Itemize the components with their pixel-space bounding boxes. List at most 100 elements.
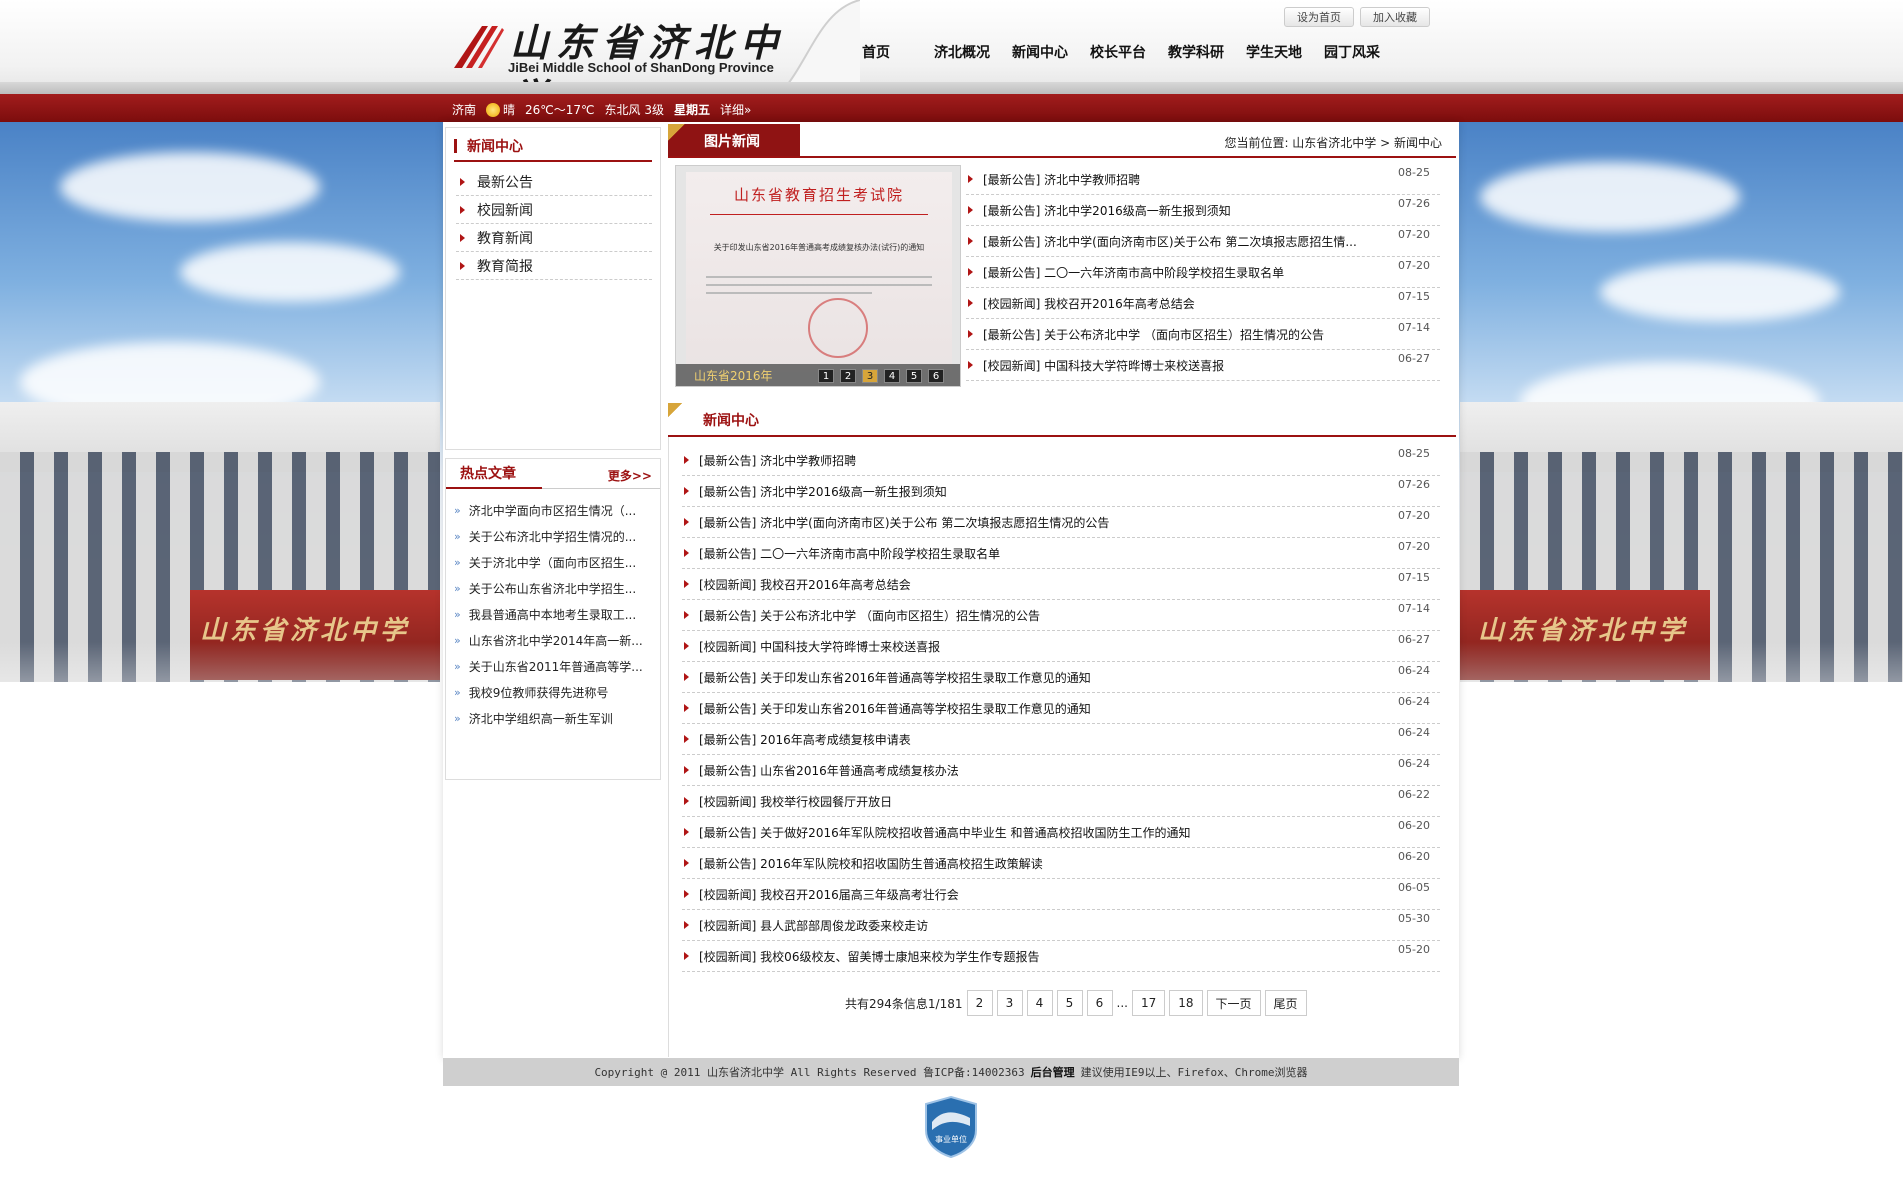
arrow-right-icon	[684, 921, 689, 929]
arrow-right-icon	[684, 890, 689, 898]
sidebar-item-education[interactable]: 教育新闻	[456, 224, 652, 252]
nav-item-news[interactable]: 新闻中心	[1012, 42, 1068, 62]
arrow-right-icon	[684, 642, 689, 650]
last-page-button[interactable]: 尾页	[1264, 990, 1307, 1016]
site-footer: Copyright @ 2011 山东省济北中学 All Rights Rese…	[443, 1058, 1459, 1086]
page-link[interactable]: 18	[1169, 990, 1203, 1016]
list-item[interactable]: [最新公告] 山东省2016年普通高考成绩复核办法 06-24	[682, 755, 1440, 786]
list-item[interactable]: [最新公告] 关于印发山东省2016年普通高等学校招生录取工作意见的通知 06-2…	[682, 693, 1440, 724]
sidebar-item-latest[interactable]: 最新公告	[456, 168, 652, 196]
set-homepage-link[interactable]: 设为首页	[1284, 7, 1354, 27]
news-title: [最新公告] 关于公布济北中学 （面向市区招生）招生情况的公告	[983, 327, 1324, 342]
list-item[interactable]: » 山东省济北中学2014年高一新...	[454, 627, 654, 653]
list-item[interactable]: » 济北中学组织高一新生军训	[454, 705, 654, 731]
header-curve-decoration	[780, 0, 860, 94]
list-item[interactable]: [最新公告] 关于印发山东省2016年普通高等学校招生录取工作意见的通知 06-2…	[682, 662, 1440, 693]
arrow-right-icon	[684, 735, 689, 743]
news-date: 07-14	[1398, 602, 1430, 615]
sidebar-item-brief[interactable]: 教育简报	[456, 252, 652, 280]
list-item[interactable]: [最新公告] 二〇一六年济南市高中阶段学校招生录取名单 07-20	[966, 257, 1440, 288]
news-title: [校园新闻] 我校06级校友、留美博士康旭来校为学生作专题报告	[699, 949, 1040, 964]
nav-item-overview[interactable]: 济北概况	[934, 42, 990, 62]
weather-widget: 济南 晴 26℃～17℃ 东北风 3级 星期五 详细»	[452, 101, 751, 118]
sidebar-list: 最新公告 校园新闻 教育新闻 教育简报	[456, 168, 652, 280]
hot-more-link[interactable]: 更多>>	[608, 467, 652, 484]
gate-text-left: 山东省济北中学	[200, 616, 411, 646]
list-item[interactable]: [最新公告] 济北中学(面向济南市区)关于公布 第二次填报志愿招生情... 07-…	[966, 226, 1440, 257]
list-item[interactable]: [最新公告] 二〇一六年济南市高中阶段学校招生录取名单 07-20	[682, 538, 1440, 569]
news-title: [校园新闻] 中国科技大学符晔博士来校送喜报	[699, 639, 941, 654]
list-item[interactable]: » 关于公布山东省济北中学招生...	[454, 575, 654, 601]
divider	[454, 160, 652, 162]
news-date: 06-24	[1398, 695, 1430, 708]
page-link[interactable]: 17	[1131, 990, 1166, 1016]
nav-item-teachers[interactable]: 园丁风采	[1324, 42, 1380, 62]
list-item[interactable]: [最新公告] 济北中学教师招聘 08-25	[966, 164, 1440, 195]
arrow-right-icon	[968, 299, 973, 307]
list-item[interactable]: [最新公告] 济北中学(面向济南市区)关于公布 第二次填报志愿招生情况的公告 07…	[682, 507, 1440, 538]
page-link[interactable]: 4	[1026, 990, 1053, 1016]
list-item[interactable]: [最新公告] 2016年军队院校和招收国防生普通高校招生政策解读 06-20	[682, 848, 1440, 879]
nav-item-home[interactable]: 首页	[862, 42, 890, 62]
list-item[interactable]: [校园新闻] 我校召开2016年高考总结会 07-15	[966, 288, 1440, 319]
list-item[interactable]: [校园新闻] 中国科技大学符晔博士来校送喜报 06-27	[966, 350, 1440, 381]
site-logo[interactable]: 山东省济北中学 JiBei Middle School of ShanDong …	[452, 8, 792, 120]
arrow-right-icon	[684, 580, 689, 588]
slide-dot[interactable]: 6	[928, 369, 944, 383]
page-link[interactable]: 2	[966, 990, 993, 1016]
copyright-text: Copyright @ 2011 山东省济北中学 All Rights Rese…	[594, 1066, 1025, 1079]
page-link[interactable]: 3	[996, 990, 1023, 1016]
public-institution-badge-icon[interactable]: 事业单位	[924, 1096, 978, 1158]
news-date: 07-14	[1398, 321, 1430, 334]
list-item[interactable]: [校园新闻] 中国科技大学符晔博士来校送喜报 06-27	[682, 631, 1440, 662]
double-arrow-icon: »	[454, 659, 461, 673]
page-link[interactable]: 5	[1056, 990, 1083, 1016]
nav-item-principal[interactable]: 校长平台	[1090, 42, 1146, 62]
list-item[interactable]: [最新公告] 济北中学2016级高一新生报到须知 07-26	[966, 195, 1440, 226]
next-page-button[interactable]: 下一页	[1206, 990, 1261, 1016]
nav-item-teaching[interactable]: 教学科研	[1168, 42, 1224, 62]
news-title: [校园新闻] 我校召开2016年高考总结会	[699, 577, 911, 592]
news-title: [校园新闻] 我校召开2016届高三年级高考壮行会	[699, 887, 959, 902]
slide-dot[interactable]: 2	[840, 369, 856, 383]
list-item[interactable]: [校园新闻] 我校召开2016届高三年级高考壮行会 06-05	[682, 879, 1440, 910]
list-item[interactable]: [最新公告] 关于公布济北中学 （面向市区招生）招生情况的公告 07-14	[682, 600, 1440, 631]
sidebar-item-campus[interactable]: 校园新闻	[456, 196, 652, 224]
list-item[interactable]: [最新公告] 济北中学2016级高一新生报到须知 07-26	[682, 476, 1440, 507]
slide-dot-active[interactable]: 3	[862, 369, 878, 383]
admin-link[interactable]: 后台管理	[1031, 1064, 1075, 1080]
arrow-right-icon	[684, 487, 689, 495]
photo-slideshow[interactable]: 山东省教育招生考试院 关于印发山东省2016年普通高考成绩复核办法(试行)的通知…	[675, 165, 961, 387]
news-title: [最新公告] 山东省2016年普通高考成绩复核办法	[699, 763, 959, 778]
list-item[interactable]: » 关于山东省2011年普通高等学...	[454, 653, 654, 679]
page-link[interactable]: 6	[1086, 990, 1113, 1016]
list-item[interactable]: [最新公告] 2016年高考成绩复核申请表 06-24	[682, 724, 1440, 755]
slide-dot[interactable]: 5	[906, 369, 922, 383]
list-item[interactable]: » 我校9位教师获得先进称号	[454, 679, 654, 705]
list-item[interactable]: [校园新闻] 我校召开2016年高考总结会 07-15	[682, 569, 1440, 600]
list-item[interactable]: [校园新闻] 县人武部部周俊龙政委来校走访 05-30	[682, 910, 1440, 941]
slide-dot[interactable]: 4	[884, 369, 900, 383]
list-item[interactable]: [最新公告] 济北中学教师招聘 08-25	[682, 445, 1440, 476]
news-date: 06-20	[1398, 850, 1430, 863]
news-title: [最新公告] 二〇一六年济南市高中阶段学校招生录取名单	[699, 546, 1001, 561]
divider	[668, 156, 1456, 158]
divider	[668, 437, 669, 1057]
list-item[interactable]: » 关于公布济北中学招生情况的...	[454, 523, 654, 549]
title-bar-icon	[454, 139, 457, 153]
list-item[interactable]: [最新公告] 关于做好2016年军队院校招收普通高中毕业生 和普通高校招收国防生…	[682, 817, 1440, 848]
list-item[interactable]: » 我县普通高中本地考生录取工...	[454, 601, 654, 627]
weather-detail-link[interactable]: 详细»	[720, 101, 751, 118]
list-item[interactable]: [校园新闻] 我校举行校园餐厅开放日 06-22	[682, 786, 1440, 817]
slide-dot[interactable]: 1	[818, 369, 834, 383]
header-shade	[0, 82, 1903, 94]
sun-icon	[486, 102, 501, 117]
list-item[interactable]: » 关于济北中学（面向市区招生...	[454, 549, 654, 575]
list-item[interactable]: [校园新闻] 我校06级校友、留美博士康旭来校为学生作专题报告 05-20	[682, 941, 1440, 972]
news-title: [最新公告] 关于印发山东省2016年普通高等学校招生录取工作意见的通知	[699, 670, 1091, 685]
add-favorite-link[interactable]: 加入收藏	[1360, 7, 1430, 27]
nav-item-students[interactable]: 学生天地	[1246, 42, 1302, 62]
news-date: 08-25	[1398, 166, 1430, 179]
list-item[interactable]: [最新公告] 关于公布济北中学 （面向市区招生）招生情况的公告 07-14	[966, 319, 1440, 350]
list-item[interactable]: » 济北中学面向市区招生情况（...	[454, 497, 654, 523]
